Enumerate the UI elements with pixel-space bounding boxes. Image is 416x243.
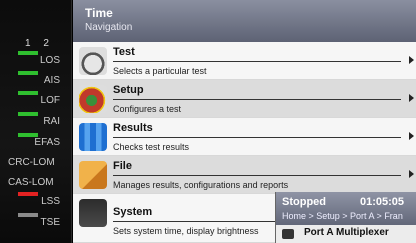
menu-item-title: Setup bbox=[113, 84, 144, 96]
speedometer-icon bbox=[79, 47, 107, 75]
indicator-label: TSE bbox=[40, 217, 60, 228]
indicator-los: LOS bbox=[0, 50, 72, 70]
menu-item-description: Selects a particular test bbox=[113, 66, 207, 76]
indicator-tse: TSE bbox=[0, 212, 72, 232]
indicator-crc-lom: CRC-LOM bbox=[0, 152, 72, 172]
tse-led bbox=[18, 213, 38, 217]
indicator-label: LSS bbox=[41, 196, 60, 207]
page-title: Time bbox=[85, 6, 113, 20]
indicator-lss: LSS bbox=[0, 191, 72, 211]
indicator-efas: EFAS bbox=[0, 132, 72, 152]
chevron-right-icon bbox=[409, 94, 414, 102]
menu-header: Time Navigation bbox=[73, 0, 416, 42]
divider bbox=[113, 61, 401, 62]
chevron-right-icon bbox=[409, 170, 414, 178]
results-chart-icon bbox=[79, 123, 107, 151]
menu-item-description: Configures a test bbox=[113, 104, 182, 114]
menu-item-title: File bbox=[113, 160, 132, 172]
indicator-rai: RAI bbox=[0, 111, 72, 131]
indicator-label: LOS bbox=[39, 55, 60, 66]
port-number-1: 1 bbox=[25, 38, 31, 49]
chevron-right-icon bbox=[409, 132, 414, 140]
menu-item-results[interactable]: Results Checks test results bbox=[73, 118, 416, 156]
page-subtitle: Navigation bbox=[85, 22, 133, 33]
menu-item-setup[interactable]: Setup Configures a test bbox=[73, 80, 416, 118]
test-state: Stopped bbox=[282, 196, 326, 208]
indicator-ais: AIS bbox=[0, 70, 72, 90]
indicator-label: AIS bbox=[43, 75, 60, 86]
menu-item-title: Results bbox=[113, 122, 153, 134]
elapsed-time: 01:05:05 bbox=[360, 196, 405, 208]
los-led bbox=[18, 51, 38, 55]
lss-led bbox=[18, 192, 38, 196]
folder-icon bbox=[79, 161, 107, 189]
popup-header: Stopped 01:05:05 Home > Setup > Port A >… bbox=[276, 192, 416, 225]
breadcrumb[interactable]: Home > Setup > Port A > Fran bbox=[282, 211, 403, 221]
menu-item-test[interactable]: Test Selects a particular test bbox=[73, 42, 416, 80]
status-panel: 1 2 LOS AIS LOF RAI EFAS CRC-LOM CAS-LOM… bbox=[0, 0, 72, 243]
popup-title: Port A Multiplexer bbox=[304, 227, 389, 238]
setup-gears-icon bbox=[79, 85, 107, 113]
system-icon bbox=[79, 199, 107, 227]
indicator-label: CRC-LOM bbox=[8, 157, 55, 168]
divider bbox=[113, 137, 401, 138]
divider bbox=[113, 175, 401, 176]
menu-item-description: Sets system time, display brightness bbox=[113, 226, 259, 236]
indicator-lof: LOF bbox=[0, 90, 72, 110]
chevron-right-icon bbox=[409, 56, 414, 64]
menu-item-description: Checks test results bbox=[113, 142, 190, 152]
port-numbers: 1 2 bbox=[25, 38, 59, 49]
rai-led bbox=[18, 112, 38, 116]
status-popup[interactable]: Stopped 01:05:05 Home > Setup > Port A >… bbox=[275, 192, 416, 243]
menu-item-title: Test bbox=[113, 46, 135, 58]
indicator-label: LOF bbox=[40, 95, 60, 106]
indicator-label: CAS-LOM bbox=[8, 177, 54, 188]
multiplexer-icon bbox=[282, 229, 294, 239]
ais-led bbox=[18, 71, 38, 75]
divider bbox=[113, 99, 401, 100]
lof-led bbox=[18, 91, 38, 95]
indicator-cas-lom: CAS-LOM bbox=[0, 172, 72, 192]
indicator-label: RAI bbox=[43, 116, 60, 127]
menu-item-file[interactable]: File Manages results, configurations and… bbox=[73, 156, 416, 194]
menu-item-description: Manages results, configurations and repo… bbox=[113, 180, 289, 190]
indicator-label: EFAS bbox=[34, 137, 60, 148]
menu-item-title: System bbox=[113, 206, 153, 218]
port-number-2: 2 bbox=[43, 38, 49, 49]
